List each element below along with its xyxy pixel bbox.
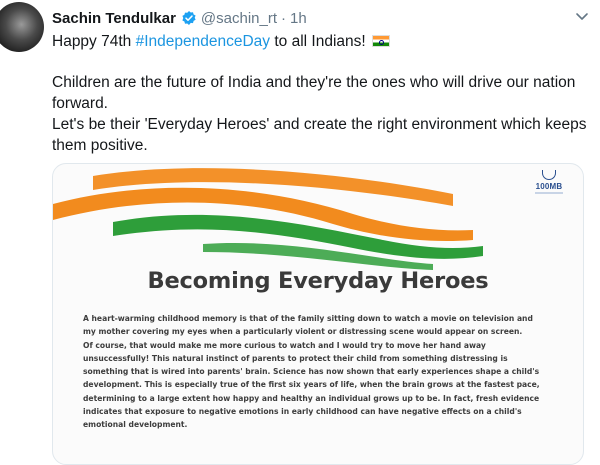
article-line: my mother covering my eyes when a partic… <box>83 327 523 337</box>
tweet-text-part: to all Indians! <box>270 33 366 50</box>
header-separator: · <box>281 9 287 27</box>
tricolor-waves-graphic <box>53 168 483 270</box>
india-flag-icon <box>371 35 390 47</box>
article-line: Of course, that would make me more curio… <box>83 340 486 350</box>
article-line: something that is wired into parents' br… <box>83 367 540 377</box>
tweet-media-image[interactable]: 100MB Becoming Everyday Heroes A heart-w… <box>52 163 584 465</box>
article-line: determining to a large extent how happy … <box>83 393 540 403</box>
display-name[interactable]: Sachin Tendulkar <box>52 10 176 27</box>
chevron-down-icon[interactable] <box>574 8 590 24</box>
avatar[interactable] <box>0 0 44 62</box>
tweet-paragraph: Children are the future of India and the… <box>52 74 576 112</box>
article-line: emotional development. <box>83 420 188 430</box>
article-line: unsuccessfully! This natural instinct of… <box>83 353 508 363</box>
article-line: development. This is especially true of … <box>83 380 540 390</box>
article-title: Becoming Everyday Heroes <box>147 268 489 294</box>
brand-text: 100MB <box>535 182 563 191</box>
article-body: A heart-warming childhood memory is that… <box>83 312 561 432</box>
user-handle[interactable]: @sachin_rt <box>201 10 277 27</box>
tweet-text-part: Happy 74th <box>52 33 136 50</box>
avatar-image[interactable] <box>0 2 44 52</box>
tweet-paragraph: Let's be their 'Everyday Heroes' and cre… <box>52 116 587 154</box>
tweet-text: Happy 74th #IndependenceDay to all India… <box>52 31 587 156</box>
timestamp[interactable]: 1h <box>290 10 307 27</box>
brand-tagline-line <box>535 192 563 194</box>
tweet-line-1: Happy 74th #IndependenceDay to all India… <box>52 31 587 52</box>
brand-mark-icon <box>542 170 556 180</box>
brand-logo: 100MB <box>529 170 569 194</box>
article-line: A heart-warming childhood memory is that… <box>83 314 533 323</box>
tweet-header: Sachin Tendulkar @sachin_rt · 1h <box>52 8 307 28</box>
article-line: indicates that exposure to negative emot… <box>83 407 522 417</box>
hashtag-link[interactable]: #IndependenceDay <box>136 33 270 50</box>
verified-badge-icon <box>181 10 197 26</box>
